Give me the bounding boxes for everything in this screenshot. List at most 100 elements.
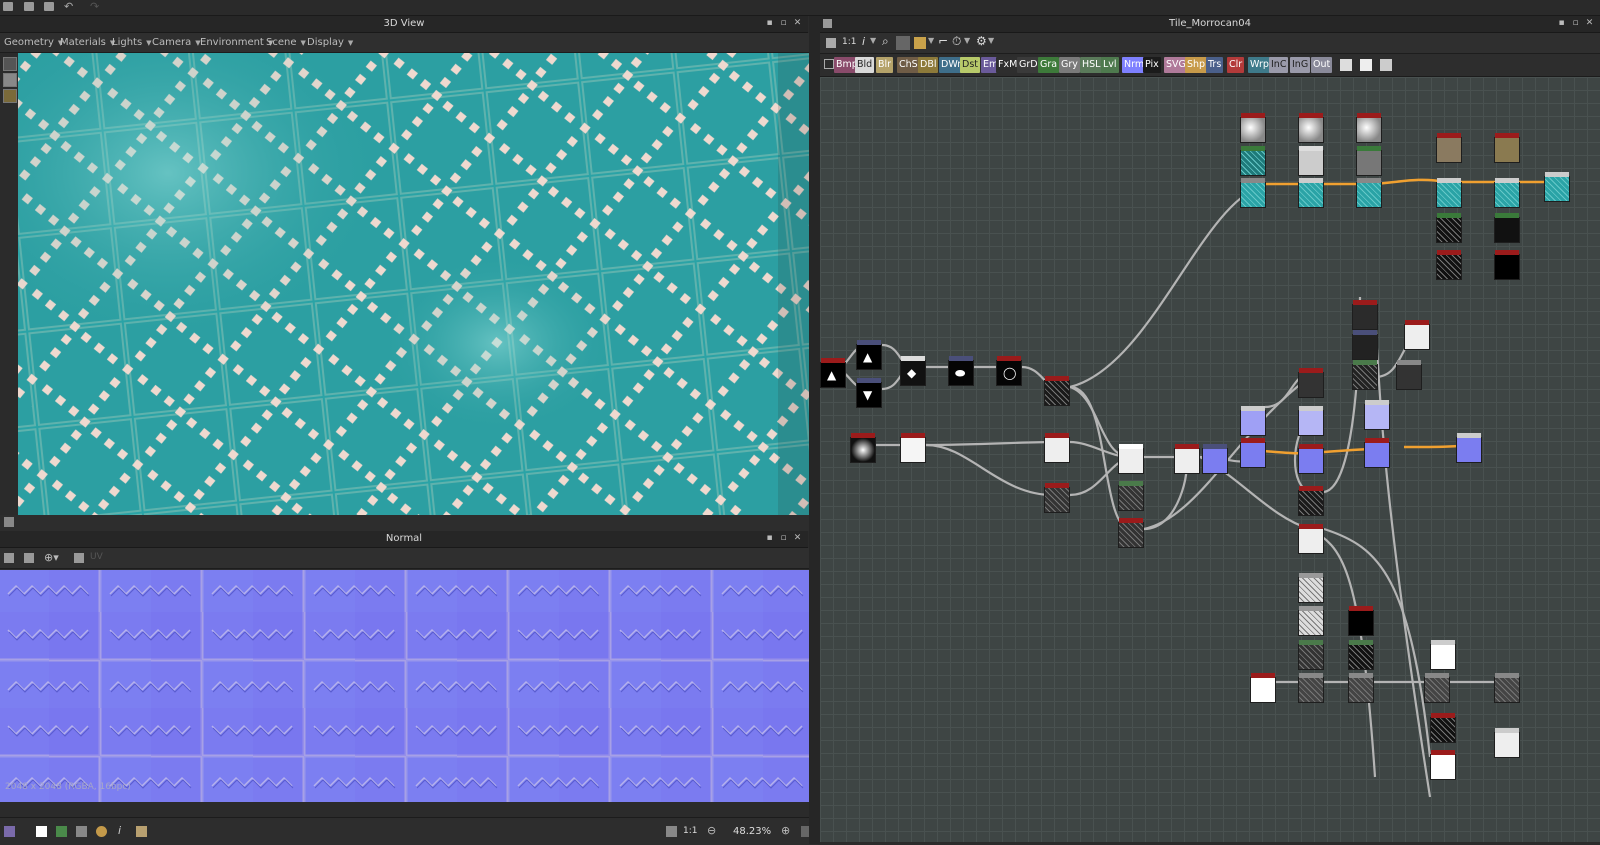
graph-node[interactable] [1044,483,1070,513]
graph-menu-icon[interactable] [823,19,832,28]
palette-btn-bld[interactable]: Bld [855,57,875,73]
palette-btn-gry[interactable]: Gry [1059,57,1080,73]
graph-node[interactable] [1298,444,1324,474]
palette-btn-fxm[interactable]: FxM [996,57,1020,73]
graph-node[interactable] [1352,330,1378,360]
new-icon[interactable] [3,2,13,11]
frame-icon[interactable] [1360,59,1372,71]
redo-icon[interactable]: ↷ [90,0,99,13]
layout-icon[interactable] [4,517,14,527]
graph-node[interactable] [1118,444,1144,474]
palette-btn-out[interactable]: Out [1311,57,1333,73]
graph-node[interactable] [1430,750,1456,780]
graph-node[interactable] [1494,673,1520,703]
menu-display[interactable]: Display ▼ [307,33,353,52]
actual-size-label[interactable]: 1:1 [683,826,697,836]
graph-node[interactable] [1240,178,1266,208]
graph-node[interactable] [1298,606,1324,636]
palette-btn-dbl[interactable]: DBl [918,57,939,73]
normal-map-viewport[interactable]: 2048 x 2048 (RGBA, 16bpc) [0,570,818,802]
grid-icon[interactable] [914,37,926,49]
graph-node[interactable] [1494,133,1520,163]
chevron-down-icon[interactable]: ▼ [928,36,934,45]
graph-node[interactable] [1348,606,1374,636]
graph-node[interactable] [850,433,876,463]
graph-node[interactable] [1456,433,1482,463]
histogram-icon[interactable] [136,826,147,837]
graph-node[interactable] [1250,673,1276,703]
panel-divider[interactable] [809,16,820,844]
graph-node[interactable] [1298,368,1324,398]
graph-node[interactable] [1430,713,1456,743]
graph-node[interactable] [1352,300,1378,330]
graph-node[interactable] [1356,146,1382,176]
graph-node[interactable] [1436,213,1462,243]
rotate-tool-icon[interactable] [3,73,17,87]
float-icon[interactable]: ▫ [1571,19,1580,28]
graph-node[interactable] [1436,178,1462,208]
view-mode-icon[interactable] [4,553,14,563]
graph-node[interactable] [1494,213,1520,243]
palette-btn-blr[interactable]: Blr [876,57,894,73]
graph-node[interactable]: ▼ [856,378,882,408]
graph-node[interactable] [1298,406,1324,436]
graph-node[interactable]: ▲ [820,358,846,388]
graph-node[interactable] [1544,172,1570,202]
save-icon[interactable] [44,2,54,11]
palette-btn-pix[interactable]: Pix [1143,57,1161,73]
3d-viewport[interactable] [18,53,815,515]
graph-node[interactable] [1298,640,1324,670]
search-icon[interactable]: ⌕ [882,34,889,49]
alpha-icon[interactable] [76,826,87,837]
graph-node[interactable] [1298,486,1324,516]
color-mode-icon[interactable] [4,826,15,837]
open-icon[interactable] [24,2,34,11]
close-icon[interactable]: ✕ [1585,19,1594,28]
tiling-icon[interactable]: ⊕▾ [44,551,59,564]
chevron-down-icon[interactable]: ▼ [988,36,994,45]
fit-graph-icon[interactable] [826,38,836,48]
graph-node[interactable]: ⬬ [948,356,974,386]
channel-icon[interactable] [24,553,34,563]
graph-node[interactable] [1174,444,1200,474]
graph-node[interactable] [1298,178,1324,208]
snapshot-icon[interactable] [74,553,84,563]
palette-btn-dst[interactable]: Dst [960,57,980,73]
menu-scene[interactable]: Scene ▼ [266,33,306,52]
graph-node[interactable] [1494,250,1520,280]
float-icon[interactable]: ▫ [779,534,788,543]
float-icon[interactable]: ▫ [779,19,788,28]
palette-btn-ing[interactable]: InG [1290,57,1311,73]
palette-btn-lvl[interactable]: Lvl [1101,57,1119,73]
graph-node[interactable] [1352,360,1378,390]
graph-node[interactable] [1298,673,1324,703]
graph-node[interactable] [900,433,926,463]
graph-node[interactable] [1298,573,1324,603]
graph-node[interactable] [1430,640,1456,670]
graph-node[interactable] [1364,400,1390,430]
graph-zoom-1to1[interactable]: 1:1 [842,37,856,47]
graph-node[interactable] [1436,133,1462,163]
palette-btn-grd[interactable]: GrD [1017,57,1040,73]
zoom-out-icon[interactable]: ⊖ [707,824,716,837]
menu-environment[interactable]: Environment ▼ [200,33,273,52]
chevron-down-icon[interactable]: ▼ [870,36,876,45]
pin-icon[interactable]: ▪ [765,534,774,543]
graph-node[interactable] [1404,320,1430,350]
menu-materials[interactable]: Materials ▼ [60,33,115,52]
undo-icon[interactable]: ↶ [64,0,73,13]
graph-node[interactable] [1364,438,1390,468]
palette-btn-chs[interactable]: ChS [897,57,920,73]
palette-btn-wrp[interactable]: Wrp [1248,57,1271,73]
zoom-in-icon[interactable]: ⊕ [781,824,790,837]
pin-icon[interactable] [1380,59,1392,71]
graph-node[interactable] [1118,518,1144,548]
menu-geometry[interactable]: Geometry ▼ [4,33,63,52]
palette-btn-inc[interactable]: InC [1269,57,1289,73]
snap-icon[interactable] [896,36,910,50]
graph-node[interactable] [1396,360,1422,390]
graph-node[interactable] [1240,438,1266,468]
channels-icon[interactable] [96,826,107,837]
graph-node[interactable] [1494,178,1520,208]
timer-icon[interactable]: ⏱ [952,34,961,49]
